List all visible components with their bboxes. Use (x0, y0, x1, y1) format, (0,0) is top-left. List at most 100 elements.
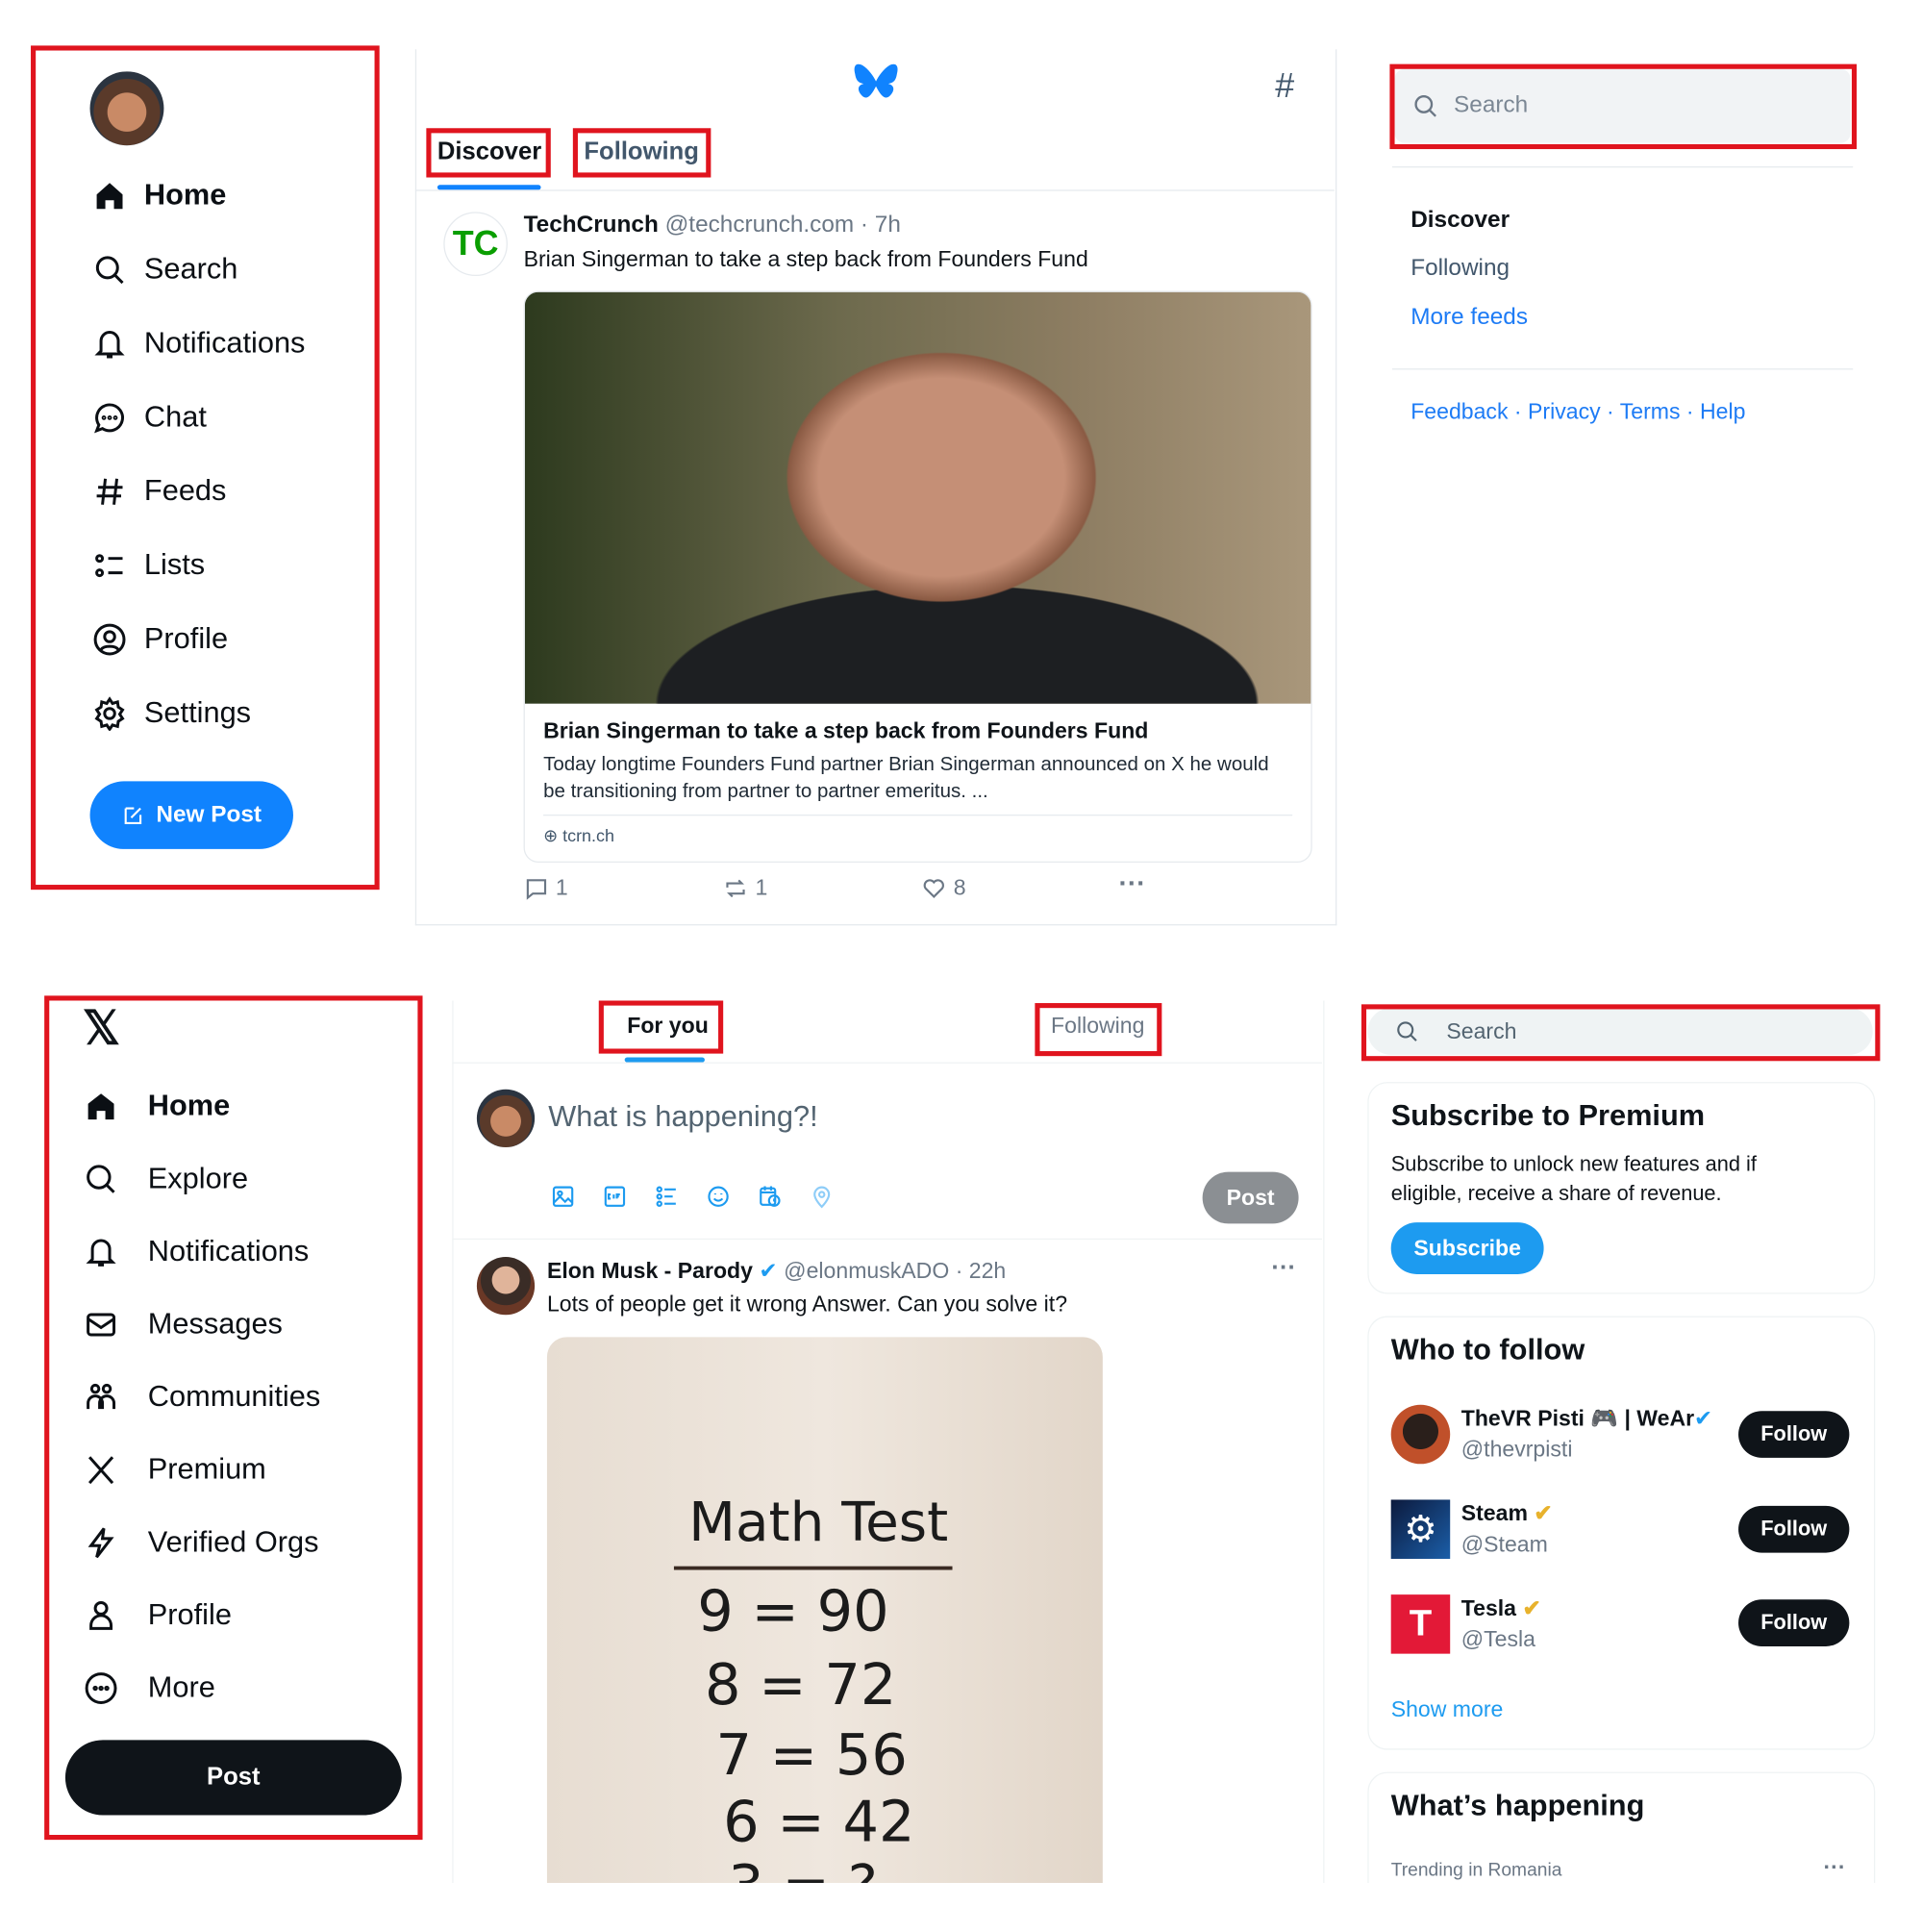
sidebar-item-explore[interactable]: Explore (84, 1162, 248, 1196)
sidebar-item-settings[interactable]: Settings (92, 696, 251, 731)
avatar[interactable] (476, 1089, 536, 1147)
underline (673, 1566, 953, 1570)
more-feeds-link[interactable]: More feeds (1410, 305, 1528, 332)
list-icon (95, 554, 123, 578)
post-author[interactable]: TechCrunch (524, 212, 659, 238)
sidebar-item-chat[interactable]: Chat (92, 400, 207, 435)
emoji-icon[interactable] (706, 1183, 731, 1210)
x-premium-icon (87, 1456, 114, 1485)
profile-icon (93, 623, 126, 656)
card-domain: ⊕ tcrn.ch (543, 825, 614, 846)
link-card[interactable]: Brian Singerman to take a step back from… (523, 290, 1312, 863)
heart-icon (923, 878, 944, 898)
post-handle: @elonmuskADO · 22h (784, 1258, 1007, 1283)
schedule-icon[interactable] (758, 1183, 783, 1210)
reply-button[interactable]: 1 (524, 875, 568, 901)
post-more-icon[interactable]: ··· (1271, 1254, 1296, 1282)
sidebar-item-notifications[interactable]: Notifications (92, 327, 305, 362)
post-header: TechCrunch @techcrunch.com · 7h (524, 212, 901, 238)
like-button[interactable]: 8 (921, 875, 966, 901)
sidebar-item-profile[interactable]: Profile (92, 622, 228, 657)
subscribe-button[interactable]: Subscribe (1390, 1222, 1544, 1274)
divider (452, 1062, 1322, 1064)
tab-for-you[interactable]: For you (627, 1013, 709, 1039)
edit-icon (124, 806, 141, 824)
privacy-link[interactable]: Privacy (1528, 399, 1601, 424)
sidebar-item-search[interactable]: Search (92, 253, 237, 288)
poll-icon[interactable] (654, 1183, 679, 1210)
divider (452, 1238, 1322, 1241)
verified-badge-icon: ✔ (759, 1258, 778, 1283)
account-name[interactable]: Steam ✔ (1461, 1501, 1553, 1527)
footer-links: Feedback · Privacy · Terms · Help (1410, 399, 1746, 424)
composer-post-button[interactable]: Post (1202, 1171, 1299, 1224)
account-name[interactable]: TheVR Pisti 🎮 | WeAr (1461, 1406, 1694, 1432)
techcrunch-avatar[interactable]: TC (443, 212, 508, 277)
account-name[interactable]: Tesla ✔ (1461, 1595, 1541, 1621)
post-text: Lots of people get it wrong Answer. Can … (546, 1291, 1068, 1317)
account-handle: @Tesla (1460, 1626, 1536, 1652)
home-icon (96, 183, 123, 210)
post-button[interactable]: Post (64, 1740, 402, 1816)
tab-discover[interactable]: Discover (437, 138, 541, 166)
sidebar-item-messages[interactable]: Messages (84, 1308, 283, 1342)
sidebar-item-home[interactable]: Home (84, 1090, 230, 1124)
elon-avatar[interactable] (476, 1257, 536, 1316)
sidebar-item-verified-orgs[interactable]: Verified Orgs (84, 1525, 319, 1560)
more-options-icon[interactable]: ··· (1119, 867, 1146, 899)
help-link[interactable]: Help (1700, 399, 1745, 424)
composer-toolbar (551, 1183, 835, 1210)
tab-following[interactable]: Following (1051, 1013, 1144, 1039)
follow-button[interactable]: Follow (1738, 1599, 1850, 1646)
account-avatar[interactable] (1390, 1404, 1451, 1465)
communities-icon (87, 1383, 116, 1410)
feeds-hashtag-icon[interactable]: # (1275, 66, 1294, 106)
follow-button[interactable]: Follow (1738, 1505, 1850, 1553)
gold-verified-badge-icon: ✔ (1522, 1595, 1541, 1621)
whats-happening-title: What’s happening (1390, 1789, 1645, 1823)
sidebar-item-profile[interactable]: Profile (84, 1598, 232, 1633)
feed-link-following[interactable]: Following (1410, 255, 1510, 282)
sidebar-item-notifications[interactable]: Notifications (84, 1235, 309, 1269)
gear-icon (94, 696, 125, 731)
post-author[interactable]: Elon Musk - Parody (547, 1258, 753, 1283)
tesla-logo[interactable]: T (1390, 1594, 1451, 1654)
sidebar-item-more[interactable]: More (84, 1671, 215, 1706)
avatar[interactable] (89, 71, 164, 146)
premium-title: Subscribe to Premium (1390, 1099, 1706, 1133)
repost-icon (726, 878, 745, 897)
steam-logo[interactable]: ⚙ (1390, 1499, 1451, 1559)
image-icon[interactable] (551, 1183, 576, 1210)
terms-link[interactable]: Terms (1620, 399, 1681, 424)
gif-icon[interactable] (603, 1183, 628, 1210)
bell-icon (86, 1239, 116, 1267)
sidebar-item-premium[interactable]: Premium (84, 1453, 266, 1488)
repost-button[interactable]: 1 (723, 875, 767, 901)
post-image[interactable]: Math Test 9 = 90 8 = 72 7 = 56 6 = 42 3 … (546, 1337, 1103, 1883)
profile-icon (89, 1600, 113, 1630)
bell-icon (94, 331, 125, 359)
location-icon[interactable] (810, 1183, 835, 1210)
search-icon (95, 256, 124, 285)
new-post-button[interactable]: New Post (89, 781, 293, 849)
search-icon (87, 1165, 115, 1193)
card-description: Today longtime Founders Fund partner Bri… (543, 754, 1269, 803)
sidebar-item-home[interactable]: Home (92, 179, 226, 213)
divider (414, 189, 1335, 191)
feedback-link[interactable]: Feedback (1410, 399, 1508, 424)
feed-link-discover[interactable]: Discover (1410, 207, 1510, 234)
highlight-box (1389, 63, 1858, 150)
sidebar-item-communities[interactable]: Communities (84, 1380, 320, 1415)
who-to-follow-title: Who to follow (1390, 1333, 1585, 1367)
post-handle: @techcrunch.com · 7h (664, 212, 901, 238)
highlight-box (1360, 1004, 1881, 1062)
show-more-link[interactable]: Show more (1391, 1696, 1504, 1722)
tab-following[interactable]: Following (584, 138, 699, 166)
composer-input[interactable]: What is happening?! (548, 1100, 817, 1135)
trend-more-icon[interactable]: ··· (1823, 1855, 1845, 1881)
more-circle-icon (85, 1672, 117, 1704)
follow-button[interactable]: Follow (1738, 1411, 1850, 1458)
sidebar-item-lists[interactable]: Lists (92, 548, 205, 583)
x-logo-icon[interactable]: 𝕏 (83, 1000, 120, 1056)
sidebar-item-feeds[interactable]: Feeds (92, 474, 226, 509)
